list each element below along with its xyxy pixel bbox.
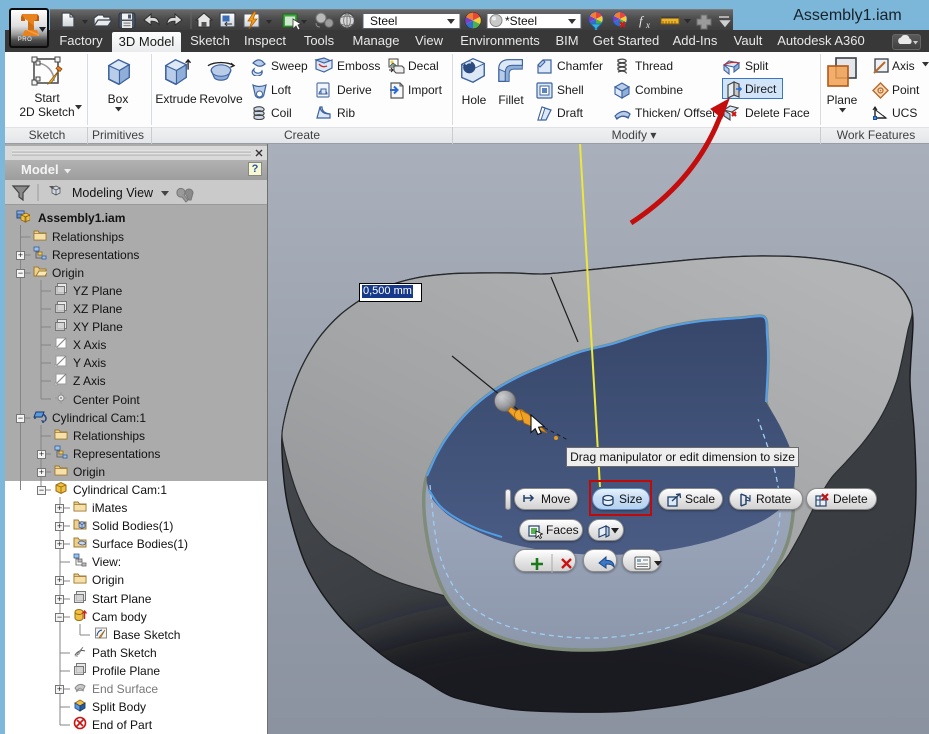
svg-text:x: x: [645, 20, 650, 30]
svg-text:*Steel: *Steel: [505, 14, 537, 28]
svg-text:Modeling View: Modeling View: [72, 186, 154, 200]
svg-text:f: f: [639, 13, 645, 28]
svg-text:Steel: Steel: [370, 14, 397, 28]
